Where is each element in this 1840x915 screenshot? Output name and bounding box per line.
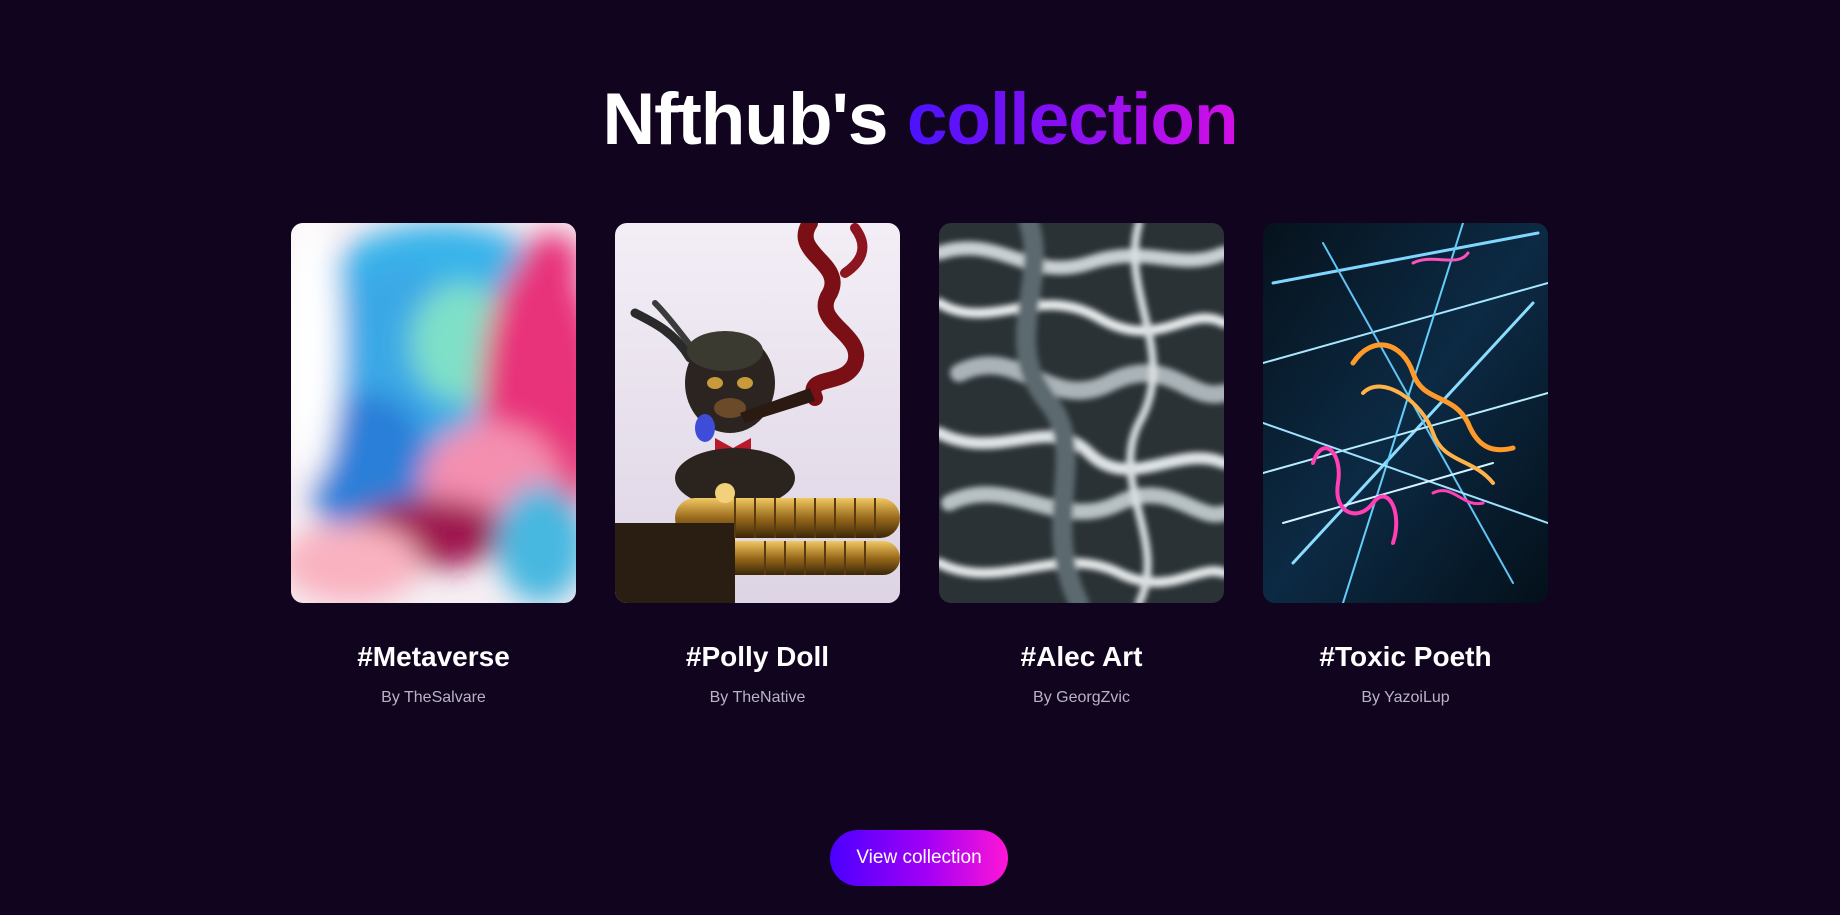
nft-author: By TheNative	[709, 689, 806, 706]
nft-title[interactable]: #Alec Art	[939, 639, 1224, 675]
steampunk-figure-image	[615, 223, 900, 603]
nft-image-polly-doll[interactable]	[615, 223, 900, 603]
nft-title[interactable]: #Polly Doll	[615, 639, 900, 675]
neon-lights-image	[1263, 223, 1548, 603]
title-prefix: Nfthub's	[602, 79, 888, 160]
nft-title[interactable]: #Toxic Poeth	[1263, 639, 1548, 675]
nft-image-alec-art[interactable]	[939, 223, 1224, 603]
nft-card[interactable]: #Metaverse By TheSalvare	[291, 223, 576, 709]
nft-card[interactable]: #Polly Doll By TheNative	[615, 223, 900, 709]
pastel-painting-image	[291, 223, 576, 603]
nft-title[interactable]: #Metaverse	[291, 639, 576, 675]
nft-author: By GeorgZvic	[1033, 689, 1130, 706]
nft-card-list: #Metaverse By TheSalvare #Polly Doll By …	[291, 223, 1549, 723]
collection-section: Nfthub's collection #Metaverse By TheSal…	[0, 0, 1840, 915]
liquid-metal-image	[939, 223, 1224, 603]
view-collection-button[interactable]: View collection	[830, 830, 1008, 886]
nft-card[interactable]: #Toxic Poeth By YazoiLup	[1263, 223, 1548, 709]
nft-author: By TheSalvare	[381, 689, 486, 706]
nft-card[interactable]: #Alec Art By GeorgZvic	[939, 223, 1224, 709]
nft-image-metaverse[interactable]	[291, 223, 576, 603]
nft-image-toxic-poeth[interactable]	[1263, 223, 1548, 603]
page-title: Nfthub's collection	[0, 72, 1840, 168]
nft-author: By YazoiLup	[1361, 689, 1450, 706]
title-accent: collection	[906, 79, 1239, 160]
